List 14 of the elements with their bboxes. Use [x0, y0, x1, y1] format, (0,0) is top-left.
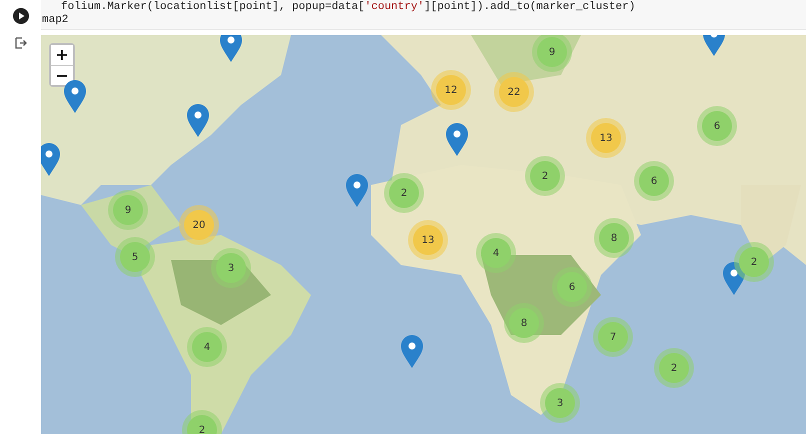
map-pin-icon[interactable]: [345, 174, 369, 208]
map-pin-icon[interactable]: [63, 80, 87, 114]
map[interactable]: + − 9 12 22 13 6 2 6 2 9 20 13 4 8 5 3 2 6 8 4 7 2 3 2: [41, 35, 806, 434]
map-pin-icon[interactable]: [722, 262, 746, 296]
output-icon: [14, 37, 26, 49]
code-line: folium.Marker(locationlist[point], popup=data['country'][point]).add_to(marker_cluster): [60, 1, 636, 14]
run-button[interactable]: [12, 8, 28, 24]
map-pin-icon[interactable]: [400, 335, 424, 369]
map-pin-icon[interactable]: [445, 123, 469, 157]
map-pin-icon[interactable]: [219, 35, 243, 63]
zoom-out-button[interactable]: −: [51, 65, 73, 85]
code-line: map2: [41, 14, 70, 27]
map-pin-icon[interactable]: [186, 104, 210, 138]
map-pin-icon[interactable]: [41, 143, 61, 177]
